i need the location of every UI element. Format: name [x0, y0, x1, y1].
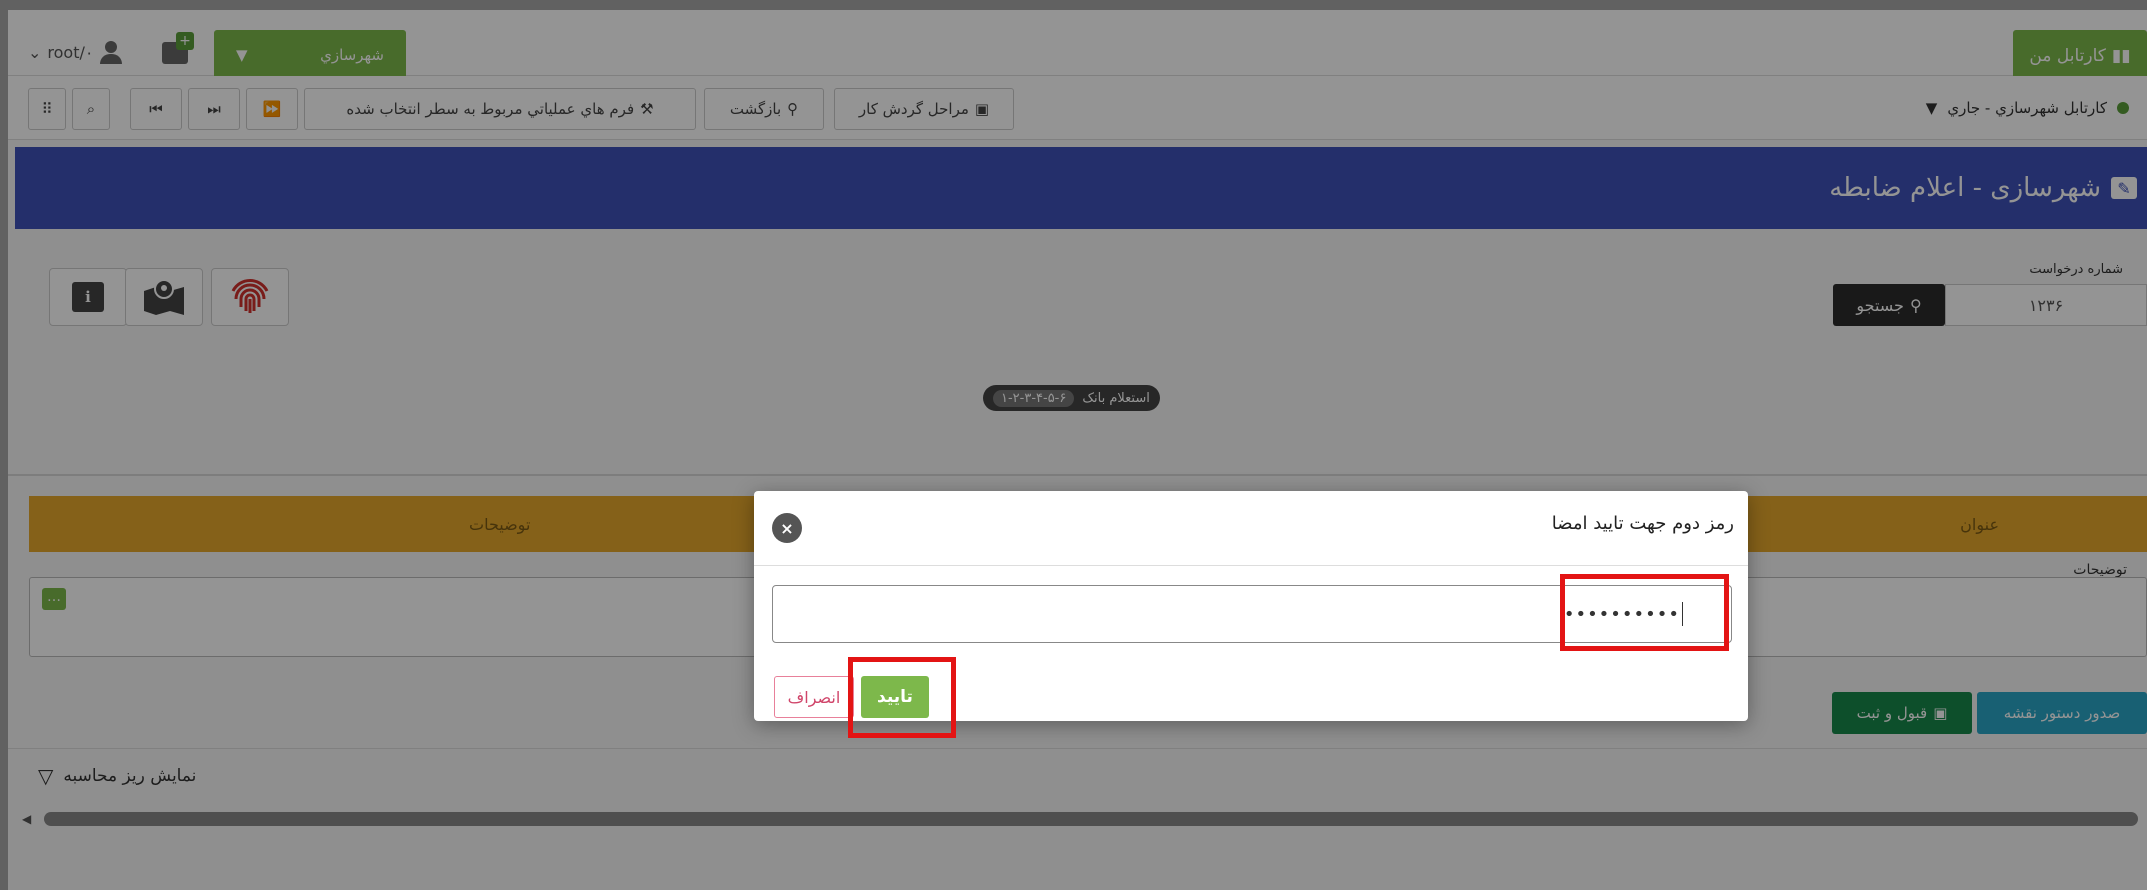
highlight-confirm-box	[848, 657, 956, 738]
close-icon[interactable]: ×	[772, 513, 802, 543]
cancel-button[interactable]: انصراف	[774, 676, 854, 718]
dialog-divider	[754, 565, 1748, 566]
modal-backdrop[interactable]	[0, 0, 2147, 890]
highlight-password-box	[1560, 574, 1729, 651]
dialog-title: رمز دوم جهت تایید امضا	[1551, 513, 1734, 534]
